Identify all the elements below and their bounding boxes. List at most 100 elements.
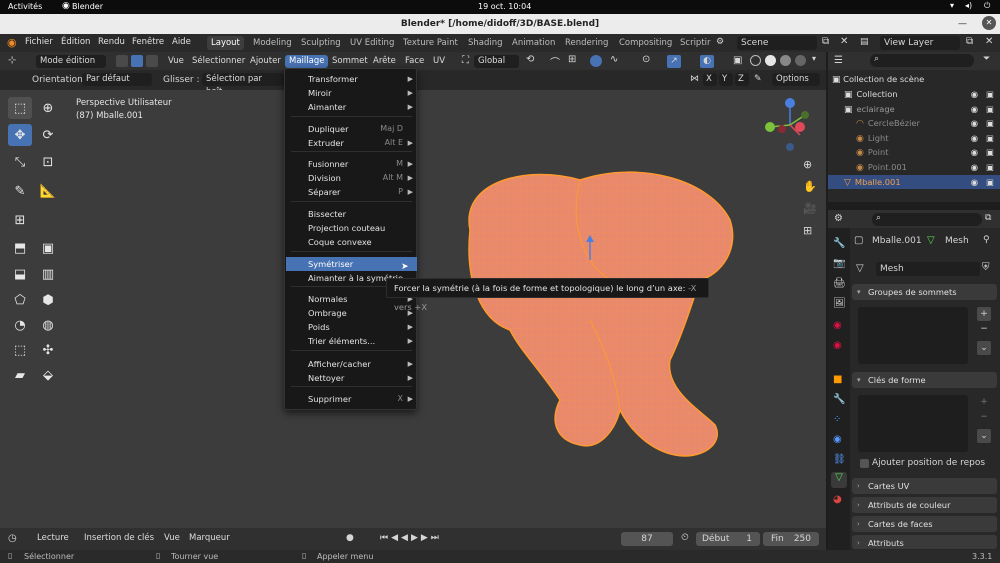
pin-icon[interactable]: ⚲ xyxy=(983,235,990,245)
menu-item-extrude[interactable]: Extruder Alt E ▶ xyxy=(286,136,417,150)
visibility-eye-icon[interactable]: ◉ xyxy=(971,175,978,190)
tab-rendering[interactable]: Rendering xyxy=(561,36,612,50)
tab-sculpting[interactable]: Sculpting xyxy=(297,36,345,50)
menu-render[interactable]: Rendu xyxy=(98,37,125,47)
drag-selector[interactable]: Sélection par boît xyxy=(202,73,284,97)
mirror-y-toggle[interactable]: Y xyxy=(719,73,733,86)
constraints-tab-icon[interactable]: ⛓ xyxy=(833,454,846,465)
tab-scripting[interactable]: Scriptir xyxy=(676,36,715,50)
face-select-icon[interactable] xyxy=(146,55,158,67)
panel-uv-maps[interactable]: › Cartes UV xyxy=(852,478,997,494)
menu-item-convex-hull[interactable]: Coque convexe xyxy=(286,235,417,249)
current-frame-field[interactable]: 87 xyxy=(621,532,673,546)
shrink-fatten-icon[interactable]: ✣ xyxy=(36,339,60,361)
shape-keys-list[interactable] xyxy=(858,395,968,452)
physics-tab-icon[interactable]: ◉ xyxy=(833,434,842,445)
edge-select-icon[interactable] xyxy=(131,55,143,67)
smooth-icon[interactable]: ◍ xyxy=(36,314,60,336)
tab-layout[interactable]: Layout xyxy=(207,36,244,50)
data-tab-icon[interactable]: ▽ xyxy=(831,472,847,488)
volume-icon[interactable]: ◂) xyxy=(965,1,972,10)
render-camera-icon[interactable]: ▣ xyxy=(986,116,994,131)
visibility-eye-icon[interactable]: ◉ xyxy=(971,87,978,102)
timeline-view-menu[interactable]: Vue xyxy=(160,532,184,545)
menu-item-transform[interactable]: Transformer ▶ xyxy=(286,72,417,86)
edge-slide-icon[interactable]: ⬚ xyxy=(8,339,32,361)
record-icon[interactable]: ● xyxy=(346,533,354,543)
menu-edit[interactable]: Édition xyxy=(61,37,90,47)
timeline-editor-icon[interactable]: ◷ xyxy=(8,533,17,544)
shape-key-menu-icon[interactable]: ⌄ xyxy=(977,429,991,443)
clock[interactable]: 19 oct. 10:04 xyxy=(478,2,531,11)
vertex-select-icon[interactable] xyxy=(116,55,128,67)
start-frame-field[interactable]: Début 1 xyxy=(696,532,760,546)
outliner-cerclebezier-row[interactable]: ◠ CercleBézier ◉ ▣ xyxy=(828,116,1000,131)
knife-icon[interactable]: ⬠ xyxy=(8,289,32,311)
navigation-gizmo[interactable] xyxy=(760,95,820,155)
visibility-eye-icon[interactable]: ◉ xyxy=(971,145,978,160)
menu-item-mirror[interactable]: Miroir ▶ xyxy=(286,86,417,100)
view-layer-selector[interactable]: View Layer xyxy=(880,36,960,50)
snap-target-icon[interactable]: ⊞ xyxy=(568,54,576,65)
world-tab-icon[interactable]: ◉ xyxy=(833,340,842,351)
extrude-icon[interactable]: ⬒ xyxy=(8,237,32,259)
menu-select[interactable]: Sélectionner xyxy=(188,55,249,68)
snap-icon[interactable]: ⌒ xyxy=(550,54,560,69)
playback-controls[interactable]: ⏮◀◀▶▶⏭ xyxy=(380,533,442,543)
outliner-collection-row[interactable]: ▣ Collection ◉ ▣ xyxy=(828,87,1000,102)
menu-item-clean-up[interactable]: Nettoyer ▶ xyxy=(286,371,417,385)
wireframe-shading-icon[interactable] xyxy=(750,55,761,66)
gizmo-x-icon[interactable] xyxy=(795,122,805,132)
orientation-selector[interactable]: Par défaut xyxy=(82,73,152,86)
camera-icon[interactable]: 🎥 xyxy=(803,202,817,215)
editor-type-icon[interactable]: ⊹ xyxy=(8,55,16,66)
outliner-editor-icon[interactable]: ☰ xyxy=(834,55,843,66)
transform-orientation-selector[interactable]: Global xyxy=(474,55,519,68)
close-icon[interactable]: ✕ xyxy=(982,16,996,30)
render-camera-icon[interactable]: ▣ xyxy=(986,160,994,175)
new-view-layer-icon[interactable]: ⧉ xyxy=(966,36,973,47)
fake-user-icon[interactable]: ⛨ xyxy=(982,262,990,273)
minimize-icon[interactable]: — xyxy=(958,14,967,34)
select-box-icon[interactable]: ⬚ xyxy=(8,97,32,119)
add-rest-position-row[interactable]: Ajouter position de repos xyxy=(858,458,998,470)
object-tab-icon[interactable]: ■ xyxy=(833,374,842,385)
particles-tab-icon[interactable]: ⁘ xyxy=(833,414,841,425)
gizmo-y-icon[interactable] xyxy=(765,122,775,132)
mesh-name-field[interactable]: Mesh xyxy=(876,262,980,276)
visibility-eye-icon[interactable]: ◉ xyxy=(971,160,978,175)
panel-attributes[interactable]: › Attributs xyxy=(852,535,997,549)
overlay-toggle-icon[interactable]: ◐ xyxy=(700,55,714,68)
cursor-icon[interactable]: ⊕ xyxy=(36,97,60,119)
menu-item-split[interactable]: Division Alt M ▶ xyxy=(286,171,417,185)
poly-build-icon[interactable]: ⬢ xyxy=(36,289,60,311)
new-scene-icon[interactable]: ⧉ xyxy=(822,36,829,47)
menu-item-knife-project[interactable]: Projection couteau xyxy=(286,221,417,235)
menu-item-sort-elements[interactable]: Trier éléments... ▶ xyxy=(286,334,417,348)
xray-icon[interactable]: ▣ xyxy=(733,55,742,66)
visibility-icon[interactable]: ⊙ xyxy=(642,54,650,65)
perspective-grid-icon[interactable]: ⊞ xyxy=(803,224,812,237)
tab-animation[interactable]: Animation xyxy=(508,36,559,50)
wrench-icon[interactable]: ✎ xyxy=(754,74,762,84)
outliner-point-row[interactable]: ◉ Point ◉ ▣ xyxy=(828,145,1000,160)
filter-icon[interactable]: ⏷ xyxy=(983,54,990,64)
scene-tab-icon[interactable]: ◉ xyxy=(833,320,842,331)
output-tab-icon[interactable]: 🖨 xyxy=(833,278,846,289)
render-camera-icon[interactable]: ▣ xyxy=(986,131,994,146)
add-vertex-group-icon[interactable]: + xyxy=(977,307,991,321)
remove-vertex-group-icon[interactable]: − xyxy=(977,322,991,336)
clock-icon[interactable]: ⏲ xyxy=(681,532,689,543)
tab-texture-paint[interactable]: Texture Paint xyxy=(399,36,462,50)
tool-tab-icon[interactable]: 🔧 xyxy=(833,238,845,249)
menu-item-symmetrize[interactable]: Symétriser xyxy=(286,257,417,271)
falloff-icon[interactable]: ∿ xyxy=(610,54,618,65)
menu-vertex[interactable]: Sommet xyxy=(328,55,372,68)
vertex-groups-list[interactable] xyxy=(858,307,968,364)
mode-selector[interactable]: Mode édition xyxy=(36,55,106,68)
properties-editor-icon[interactable]: ⚙ xyxy=(834,213,843,224)
shear-icon[interactable]: ▰ xyxy=(8,364,32,386)
outliner-light-row[interactable]: ◉ Light ◉ ▣ xyxy=(828,131,1000,146)
gizmo-z-icon[interactable] xyxy=(785,98,795,108)
mirror-z-toggle[interactable]: Z xyxy=(735,73,749,86)
